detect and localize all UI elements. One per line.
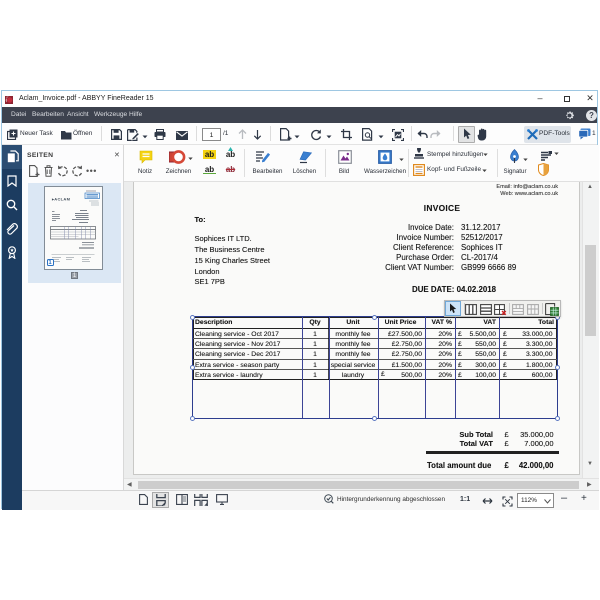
svg-text:▸ACLAM: ▸ACLAM: [51, 197, 71, 202]
